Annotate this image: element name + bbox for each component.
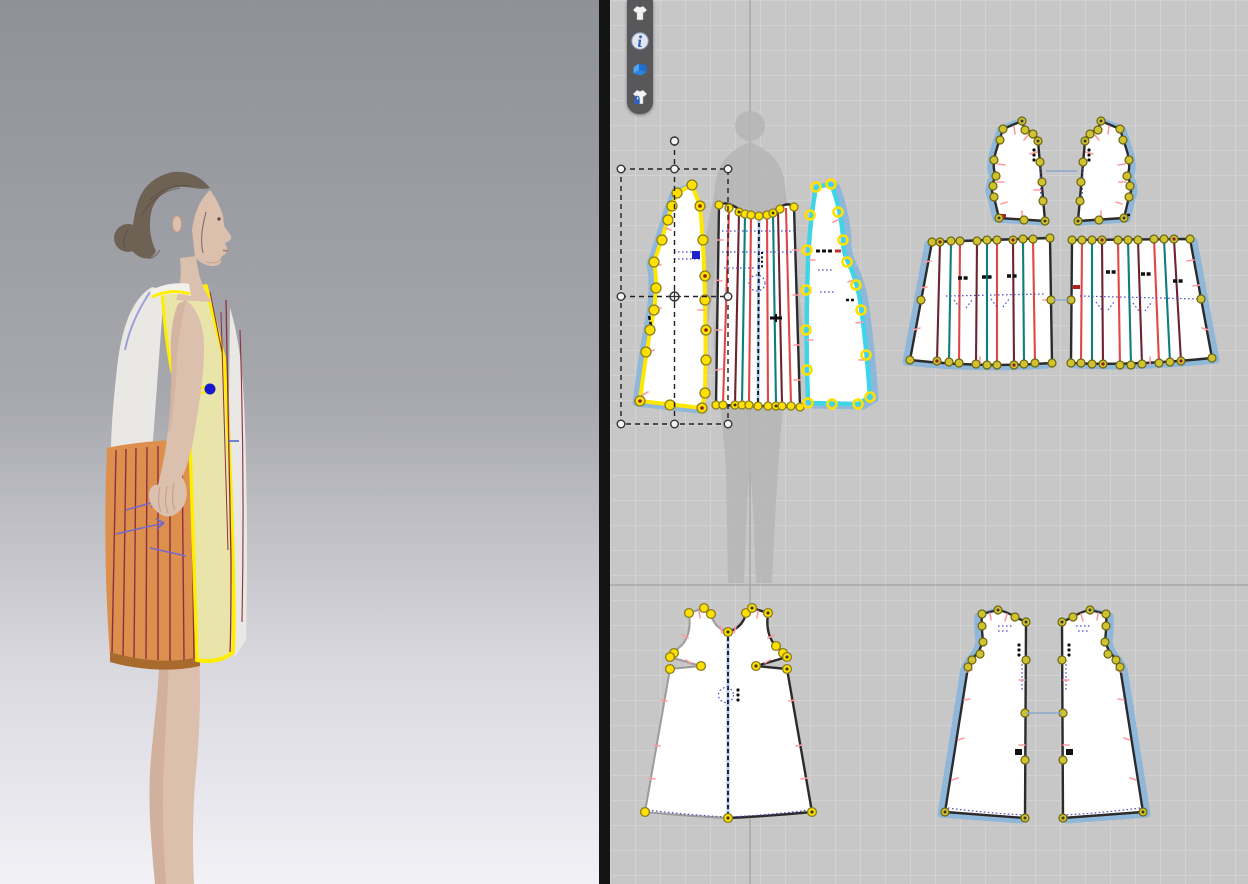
garment-skirt-orange[interactable] [105, 440, 200, 670]
pattern-information-button[interactable] [629, 30, 651, 52]
show-garment-icon [630, 3, 650, 23]
3d-avatar-render [0, 0, 599, 884]
show-garment-button[interactable] [629, 2, 651, 24]
pattern-piece-back-panel-right[interactable] [1058, 606, 1147, 822]
pattern-piece-back-panel-left[interactable] [941, 606, 1030, 822]
avatar-legs [149, 650, 200, 884]
pattern-piece-dress-front-on-fold[interactable] [641, 604, 817, 823]
3d-avatar-viewport[interactable] [0, 0, 599, 884]
viewport-splitter[interactable] [599, 0, 610, 884]
selected-point-blue-dot[interactable] [205, 384, 216, 395]
2d-window-toolbar [627, 0, 653, 114]
2d-pattern-viewport[interactable] [610, 0, 1248, 884]
pattern-piece-skirt-left[interactable] [906, 234, 1056, 369]
avatar-eye [217, 217, 220, 220]
pattern-information-icon [630, 31, 650, 51]
avatar-hair-bun [114, 224, 142, 252]
avatar-head [114, 172, 231, 302]
rotate-handle[interactable] [671, 137, 679, 145]
pattern-piece-skirt-right[interactable] [1067, 235, 1216, 369]
pattern-piece-back-bodice-right[interactable] [1074, 117, 1134, 225]
freeze-garment-icon [630, 87, 650, 107]
pattern-piece-back-bodice-left[interactable] [989, 117, 1049, 225]
freeze-garment-button[interactable] [629, 86, 651, 108]
selected-internal-point[interactable] [692, 251, 700, 259]
pattern-piece-front-center-pleated[interactable] [712, 201, 804, 411]
pattern-piece-front-side-mirrored[interactable] [802, 180, 876, 409]
show-fabric-button[interactable] [629, 58, 651, 80]
show-fabric-icon [630, 59, 650, 79]
garment-design-workspace [0, 0, 1248, 884]
